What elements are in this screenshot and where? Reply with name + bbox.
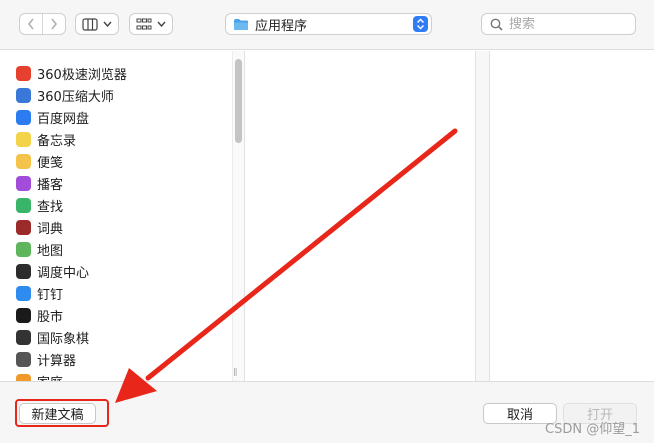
location-stepper[interactable] — [413, 16, 428, 32]
list-item-label: 百度网盘 — [37, 111, 90, 127]
list-item-label: 360压缩大师 — [37, 89, 114, 105]
location-label: 应用程序 — [255, 18, 308, 34]
find-my-icon — [16, 197, 31, 213]
calculator-icon — [16, 351, 31, 367]
list-item-label: 360极速浏览器 — [37, 67, 127, 83]
list-item[interactable]: 备忘录 — [16, 128, 76, 150]
preview-column — [475, 51, 489, 381]
list-item[interactable]: 家庭 — [16, 370, 63, 381]
list-item-label: 家庭 — [37, 372, 63, 382]
360-browser-icon — [16, 65, 31, 81]
list-item[interactable]: 360压缩大师 — [16, 84, 114, 106]
chess-icon — [16, 329, 31, 345]
list-item[interactable]: 播客 — [16, 172, 63, 194]
list-item[interactable]: 计算器 — [16, 348, 76, 370]
dingtalk-icon — [16, 285, 31, 301]
list-item[interactable]: 词典 — [16, 216, 63, 238]
dialog-footer: 新建文稿 取消 打开 CSDN @仰望_1 — [0, 381, 654, 443]
list-item[interactable]: 国际象棋 — [16, 326, 89, 348]
search-field[interactable] — [481, 13, 636, 35]
chevron-left-icon — [27, 18, 34, 30]
list-item[interactable]: 查找 — [16, 194, 63, 216]
group-button[interactable] — [129, 13, 173, 35]
location-popup[interactable]: 应用程序 — [225, 13, 432, 35]
applications-list: 360极速浏览器 360压缩大师 百度网盘备忘录便笺播客查找词典地图调度中心钉钉股市… — [0, 51, 232, 381]
list-item-label: 国际象棋 — [37, 331, 90, 347]
list-item-label: 调度中心 — [37, 265, 90, 281]
list-item-label: 播客 — [37, 177, 64, 193]
dictionary-icon — [16, 219, 31, 235]
chevron-down-icon — [157, 21, 166, 27]
list-item-label: 计算器 — [37, 353, 77, 369]
folder-icon — [234, 18, 248, 30]
list-item-label: 地图 — [37, 243, 64, 259]
stickies-icon — [16, 153, 31, 169]
list-item-label: 查找 — [37, 199, 64, 215]
maps-icon — [16, 241, 31, 257]
360-zip-icon — [16, 87, 31, 103]
list-item[interactable]: 调度中心 — [16, 260, 89, 282]
home-icon — [16, 373, 31, 381]
chevron-right-icon — [51, 18, 58, 30]
list-item[interactable]: 地图 — [16, 238, 63, 260]
list-item-label: 便笺 — [37, 155, 64, 171]
back-button[interactable] — [20, 14, 42, 34]
list-item[interactable]: 股市 — [16, 304, 63, 326]
scrollbar-thumb[interactable] — [235, 59, 242, 143]
toolbar: 应用程序 — [0, 0, 654, 50]
view-mode-button[interactable] — [75, 13, 119, 35]
list-item-label: 备忘录 — [37, 133, 77, 149]
podcasts-icon — [16, 175, 31, 191]
highlight-box — [15, 399, 109, 427]
list-item-label: 钉钉 — [37, 287, 64, 303]
search-icon — [490, 18, 503, 31]
grid-view-icon — [136, 18, 152, 29]
mission-control-icon — [16, 263, 31, 279]
list-item[interactable]: 百度网盘 — [16, 106, 89, 128]
list-item[interactable]: 钉钉 — [16, 282, 63, 304]
list-item-label: 股市 — [37, 309, 64, 325]
stocks-icon — [16, 307, 31, 323]
search-input[interactable] — [509, 16, 619, 32]
forward-button[interactable] — [43, 14, 65, 34]
file-browser: 360极速浏览器 360压缩大师 百度网盘备忘录便笺播客查找词典地图调度中心钉钉股市… — [0, 51, 654, 381]
list-scrollbar[interactable] — [232, 51, 244, 381]
list-item[interactable]: 360极速浏览器 — [16, 62, 127, 84]
baidu-netdisk-icon — [16, 109, 31, 125]
chevron-down-icon — [103, 21, 112, 27]
back-forward-control — [19, 13, 66, 35]
up-down-chevron-icon — [417, 18, 424, 30]
column-view-icon — [82, 17, 98, 31]
list-item[interactable]: 便笺 — [16, 150, 63, 172]
column-resize-grip[interactable]: || — [233, 367, 238, 376]
notes-icon — [16, 131, 31, 147]
watermark-text: CSDN @仰望_1 — [545, 422, 640, 437]
list-item-label: 词典 — [37, 221, 64, 237]
